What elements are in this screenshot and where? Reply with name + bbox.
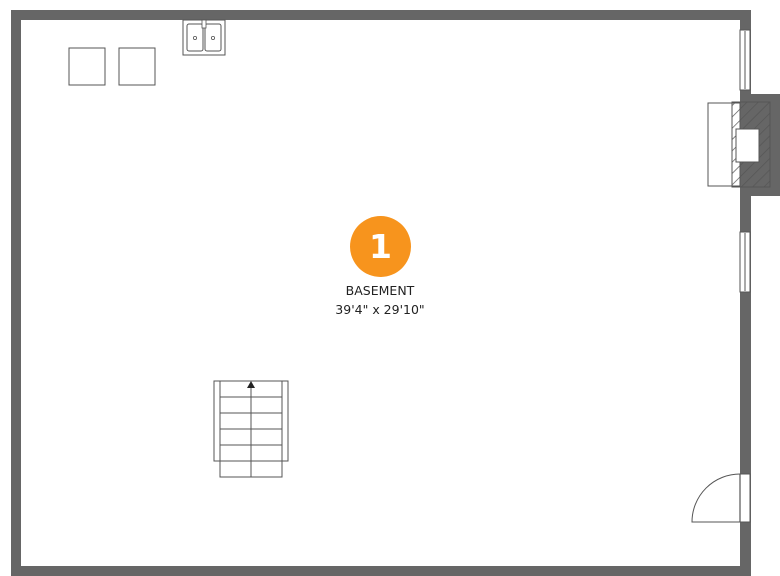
room-label: BASEMENT 39'4" x 29'10": [280, 281, 480, 319]
dryer: [118, 47, 156, 86]
fireplace: [707, 101, 771, 188]
fireplace-opening: [735, 128, 760, 163]
room-number-badge: 1: [350, 216, 411, 277]
staircase: [213, 380, 289, 478]
wall-top: [11, 10, 751, 20]
room-dimensions: 39'4" x 29'10": [335, 302, 425, 317]
wall-bottom: [11, 566, 751, 576]
washer: [68, 47, 106, 86]
window-bottom-right: [739, 231, 751, 293]
room-name: BASEMENT: [345, 283, 415, 298]
wall-left: [11, 10, 21, 576]
utility-sink: [182, 19, 226, 56]
window-top-right: [739, 29, 751, 91]
